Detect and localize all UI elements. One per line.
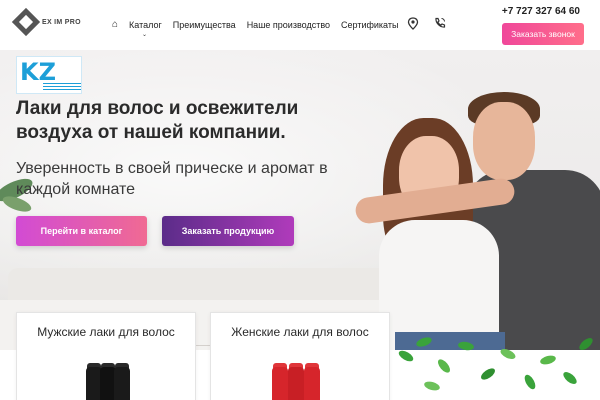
leaf-image <box>415 335 433 349</box>
nav-item-catalog-label: Каталог <box>129 19 162 30</box>
product-card-title: Мужские лаки для волос <box>37 325 175 339</box>
nav-item-catalog[interactable]: Каталог ⌄ <box>129 19 162 38</box>
order-products-button[interactable]: Заказать продукцию <box>162 216 294 246</box>
nav-item-advantages[interactable]: Преимущества <box>173 20 236 30</box>
phone-icon[interactable] <box>434 17 446 32</box>
leaf-image <box>457 340 475 352</box>
leaf-image <box>479 366 497 382</box>
home-icon[interactable]: ⌂ <box>112 19 118 30</box>
nav-item-certificates[interactable]: Сертификаты <box>341 20 398 30</box>
leaves-decoration <box>388 330 600 400</box>
spray-can-image <box>114 367 130 400</box>
made-in-kz-badge: KZ <box>16 56 82 94</box>
kz-badge-mark: KZ <box>20 58 56 86</box>
leaf-image <box>522 373 538 391</box>
hero-title: Лаки для волос и освежители воздуха от н… <box>16 98 299 143</box>
kz-badge-lines <box>43 83 81 90</box>
nav-item-production[interactable]: Наше производство <box>247 20 330 30</box>
spray-can-image <box>304 367 320 400</box>
leaf-image <box>539 354 557 366</box>
product-card-men[interactable]: Мужские лаки для волос <box>16 312 196 400</box>
spray-can-image <box>272 367 288 400</box>
leaf-image <box>561 369 579 387</box>
phone-number[interactable]: +7 727 327 64 60 <box>502 6 580 17</box>
logo-mark-icon <box>11 7 41 37</box>
leaf-image <box>435 357 453 375</box>
request-call-button[interactable]: Заказать звонок <box>502 23 584 45</box>
main-nav: ⌂ Каталог ⌄ Преимущества Наше производст… <box>112 19 398 38</box>
hero-subtitle: Уверенность в своей прическе и аромат в … <box>16 160 328 198</box>
logo[interactable]: EX IM PRO <box>11 7 81 37</box>
leaf-image <box>423 380 441 392</box>
leaf-image <box>499 346 517 362</box>
site-header: EX IM PRO ⌂ Каталог ⌄ Преимущества Наше … <box>0 0 600 50</box>
hero-section: KZ Лаки для волос и освежители воздуха о… <box>0 50 600 350</box>
couple-photo <box>353 70 600 350</box>
logo-text: EX IM PRO <box>42 18 81 26</box>
product-card-title: Женские лаки для волос <box>231 325 369 339</box>
spray-can-image <box>288 367 304 400</box>
leaf-image <box>577 335 595 353</box>
location-icon[interactable] <box>407 17 419 33</box>
man-face <box>473 102 535 180</box>
product-card-women[interactable]: Женские лаки для волос <box>210 312 390 400</box>
leaf-image <box>397 348 415 364</box>
chevron-down-icon: ⌄ <box>142 31 148 38</box>
go-to-catalog-button[interactable]: Перейти в каталог <box>16 216 147 246</box>
